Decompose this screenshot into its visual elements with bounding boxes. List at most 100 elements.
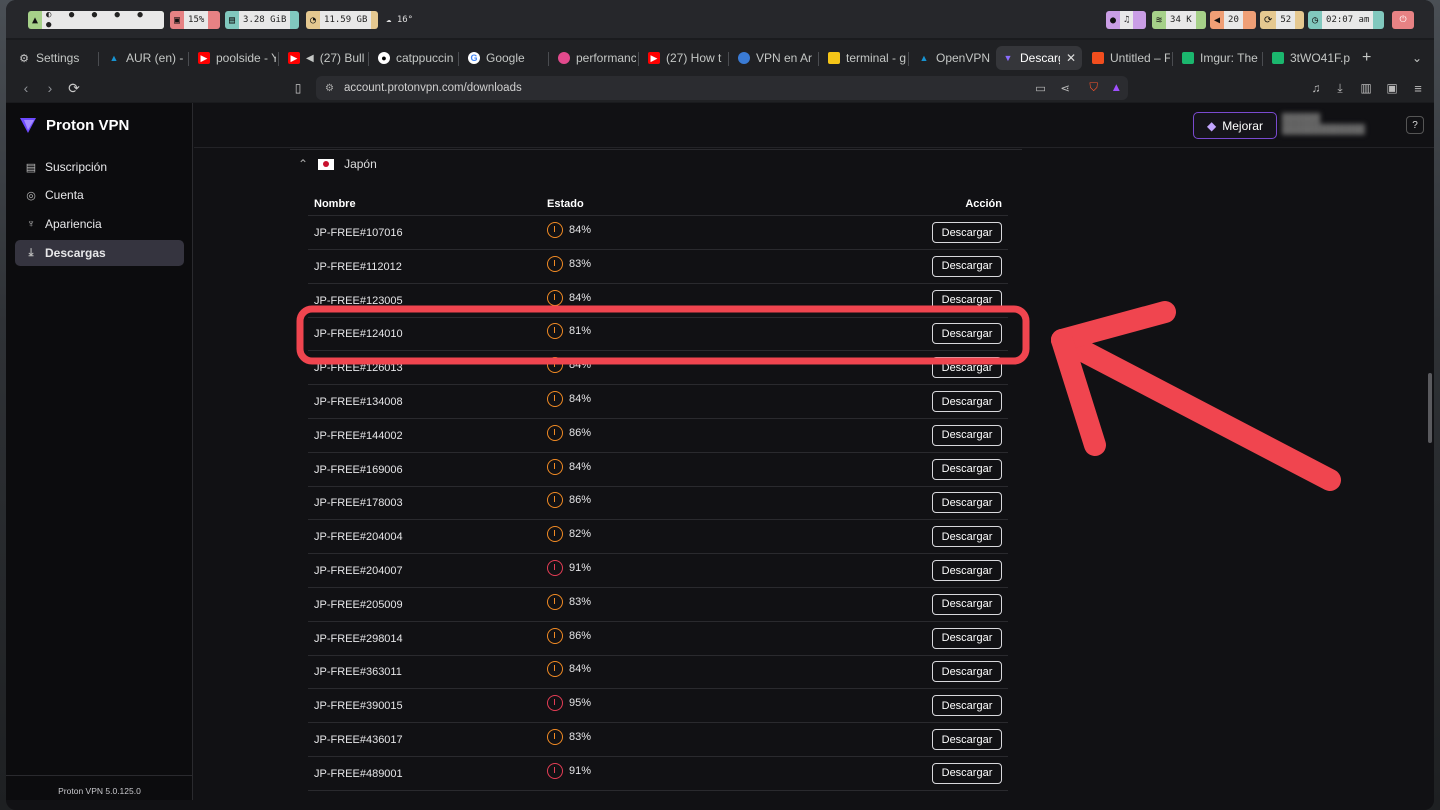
tab-bull[interactable]: ▶ ◀ (27) Bull [282, 46, 366, 70]
arch-icon: ▲ [32, 14, 39, 26]
tab-catppuccin[interactable]: ● catppuccin [372, 46, 456, 70]
account-menu[interactable]: ██████ █████████████ [1282, 113, 1390, 137]
tab-settings[interactable]: ⚙ Settings [12, 46, 96, 70]
system-status-bar: ▲ ◐ ● ● ● ● ● ▣ 15% ▤ 3.28 GiB ◔ 11.59 GB ☁… [6, 0, 1434, 38]
volume-widget[interactable]: ◀ 20 [1210, 11, 1256, 29]
chevron-down-icon: ⌄ [1412, 51, 1423, 65]
download-config-button[interactable]: Descargar [932, 424, 1002, 446]
cast-icon[interactable]: ▭ [1035, 81, 1046, 95]
imgur-icon [1272, 52, 1284, 64]
download-config-button[interactable]: Descargar [932, 729, 1002, 750]
tab-list-button[interactable]: ⌄ [1406, 46, 1426, 70]
table-row: JP-FREE#144002 86% Descargar [308, 419, 1008, 453]
sidebar-item-account[interactable]: ◎ Cuenta [15, 182, 184, 208]
updates-widget[interactable]: ⟳ 52 [1260, 11, 1304, 29]
download-config-button[interactable]: Descargar [932, 526, 1002, 548]
load-percent: 82% [569, 528, 592, 541]
url-text[interactable]: account.protonvpn.com/downloads [344, 82, 522, 94]
tab-strip: ⚙ Settings ▲ AUR (en) - ▶ poolside - Y ▶ ◀ (2… [6, 40, 1434, 74]
media-button[interactable]: ♫ [1306, 78, 1326, 98]
tab-descargas[interactable]: ▼Descarg✕ [996, 46, 1082, 70]
load-percent: 83% [569, 731, 592, 743]
sidebar: Proton VPN ▤ Suscripción ◎ Cuenta ♆ Aparien… [6, 103, 193, 800]
arrow-left-icon: ‹ [23, 80, 29, 96]
media-widget[interactable]: ● ♫ [1106, 11, 1146, 29]
brand-logo[interactable]: Proton VPN [18, 115, 129, 135]
load-gauge-icon [547, 255, 563, 272]
load-percent: 86% [569, 629, 592, 642]
server-load: 84% [547, 357, 591, 374]
bookmark-button[interactable]: ▯ [288, 78, 308, 98]
menu-button[interactable]: ≡ [1408, 78, 1428, 98]
forward-button[interactable]: › [40, 78, 60, 98]
brave-rewards-icon[interactable]: ▲ [1111, 82, 1122, 94]
speaker-icon: ◀ [306, 52, 314, 64]
country-accordion-header[interactable]: ⌃ Japón [290, 149, 1022, 178]
download-config-button[interactable]: Descargar [932, 695, 1002, 717]
power-button[interactable]: ⏻ [1392, 11, 1414, 29]
sidebar-item-downloads[interactable]: ⤓ Descargas [15, 240, 184, 266]
downloads-button[interactable]: ⤓ [1330, 78, 1350, 98]
load-gauge-icon [547, 458, 563, 475]
reload-button[interactable]: ⟳ [64, 78, 84, 98]
tab-performance[interactable]: performanc [552, 46, 636, 70]
load-percent: 84% [569, 291, 592, 304]
tab-vpn-arch[interactable]: VPN en Ar [732, 46, 816, 70]
download-icon: ⤓ [1337, 80, 1343, 95]
server-name: JP-FREE#204007 [314, 565, 403, 577]
workspace-dots[interactable]: ◐ ● ● ● ● ● [42, 11, 164, 29]
download-config-button[interactable]: Descargar [932, 492, 1002, 514]
tab-aur[interactable]: ▲ AUR (en) - [102, 46, 186, 70]
tab-imgur[interactable]: Imgur: The [1176, 46, 1260, 70]
desktop: ▲ ◐ ● ● ● ● ● ▣ 15% ▤ 3.28 GiB ◔ 11.59 GB ☁… [0, 0, 1440, 810]
tab-untitled[interactable]: Untitled – F [1086, 46, 1170, 70]
workspaces-widget[interactable]: ▲ ◐ ● ● ● ● ● [28, 11, 164, 29]
tab-divider [278, 52, 279, 66]
server-load: 84% [547, 391, 591, 407]
tab-openvpn[interactable]: ▲ OpenVPN [912, 46, 996, 70]
download-config-button[interactable]: Descargar [932, 458, 1002, 480]
close-tab-icon[interactable]: ✕ [1066, 51, 1076, 65]
server-name: JP-FREE#363011 [314, 666, 402, 679]
download-config-button[interactable]: Descargar [932, 391, 1002, 412]
scrollbar[interactable] [1428, 373, 1432, 443]
wallet-button[interactable]: ▣ [1382, 78, 1402, 98]
download-config-button[interactable]: Descargar [932, 222, 1002, 243]
tab-poolside[interactable]: ▶ poolside - Y [192, 46, 276, 70]
download-config-button[interactable]: Descargar [932, 255, 1002, 277]
download-config-button[interactable]: Descargar [932, 593, 1002, 615]
brave-shield-icon[interactable]: ⛉ [1089, 82, 1098, 95]
site-info-icon[interactable]: ⚙ [325, 83, 334, 94]
server-load: 84% [547, 222, 591, 238]
tab-google[interactable]: G Google [462, 46, 546, 70]
address-bar[interactable]: ⚙ account.protonvpn.com/downloads ▭ ⋖ ⛉ … [316, 76, 1128, 100]
help-button[interactable]: ? [1406, 116, 1424, 134]
share-icon[interactable]: ⋖ [1060, 81, 1070, 95]
server-name: JP-FREE#205009 [314, 598, 403, 611]
upgrade-button[interactable]: ◆ Mejorar [1193, 112, 1277, 139]
download-config-button[interactable]: Descargar [932, 661, 1002, 683]
download-icon: ⤓ [28, 246, 34, 259]
download-config-button[interactable]: Descargar [932, 289, 1002, 311]
server-name: JP-FREE#436017 [314, 734, 403, 746]
download-config-button[interactable]: Descargar [932, 323, 1002, 345]
tab-terminal[interactable]: terminal - g [822, 46, 906, 70]
sidebar-item-subscription[interactable]: ▤ Suscripción [15, 154, 184, 180]
server-load: 83% [547, 255, 591, 272]
back-button[interactable]: ‹ [16, 78, 36, 98]
download-config-button[interactable]: Descargar [932, 357, 1002, 379]
sidebar-item-appearance[interactable]: ♆ Apariencia [15, 211, 184, 237]
server-load: 91% [547, 560, 591, 576]
user-icon: ● [1110, 14, 1117, 26]
download-config-button[interactable]: Descargar [932, 627, 1002, 649]
figma-icon [1092, 52, 1104, 64]
sidebar-button[interactable]: ▥ [1356, 78, 1376, 98]
tab-divider [458, 52, 459, 66]
download-config-button[interactable]: Descargar [932, 560, 1002, 581]
tab-how[interactable]: ▶ (27) How t [642, 46, 726, 70]
tab-3two41f[interactable]: 3tWO41F.p [1266, 46, 1350, 70]
download-config-button[interactable]: Descargar [932, 762, 1002, 784]
server-name: JP-FREE#107016 [314, 227, 403, 239]
new-tab-button[interactable]: + [1356, 46, 1376, 70]
disk-icon: ◔ [310, 14, 317, 26]
